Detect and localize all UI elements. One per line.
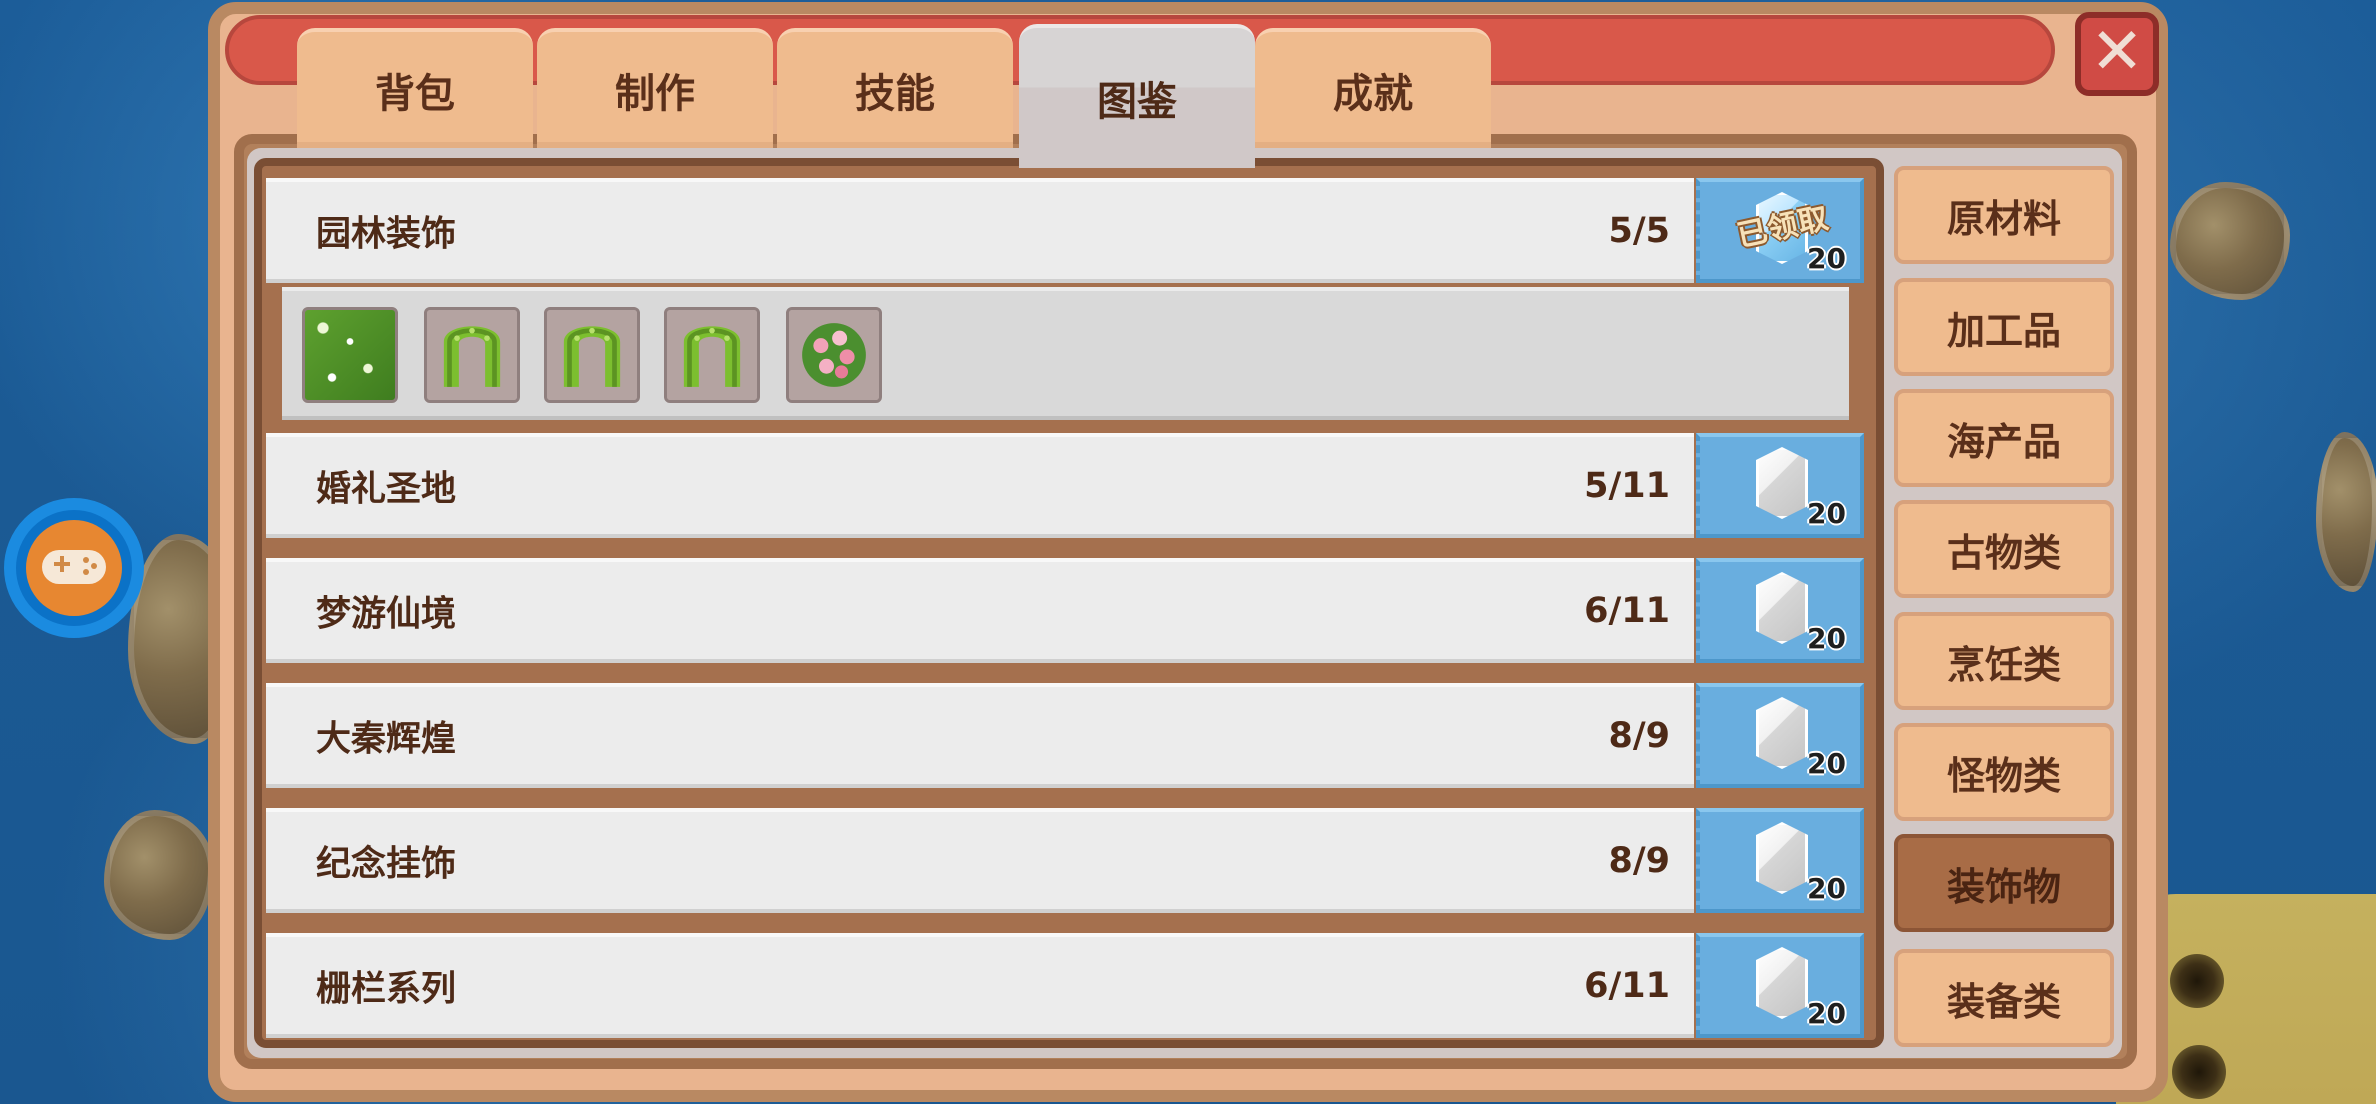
tab-label: 图鉴 — [1097, 79, 1177, 125]
collection-row-bar[interactable] — [266, 558, 1694, 663]
hedge-arch-icon[interactable] — [664, 307, 760, 403]
collection-row[interactable]: 园林装饰 5/5 20 已领取 — [266, 178, 1866, 283]
crystal-icon — [1756, 572, 1808, 644]
crystal-icon — [1756, 822, 1808, 894]
sidebar-category-label: 古物类 — [1946, 530, 2061, 575]
reward-amount: 20 — [1807, 747, 1846, 780]
sidebar-category-label: 原材料 — [1946, 196, 2061, 241]
expanded-collection-items — [282, 287, 1849, 420]
collection-progress: 5/5 — [1608, 210, 1671, 251]
collection-progress: 8/9 — [1608, 840, 1671, 881]
sand-hole-2 — [2172, 1045, 2226, 1099]
collection-progress: 8/9 — [1608, 715, 1671, 756]
tab-label: 背包 — [375, 71, 455, 117]
close-icon: ✕ — [2090, 15, 2144, 89]
reward-amount: 20 — [1807, 242, 1846, 275]
sidebar-category-label: 加工品 — [1946, 308, 2061, 353]
flower-bush-icon[interactable] — [786, 307, 882, 403]
crystal-icon — [1756, 697, 1808, 769]
reward-amount: 20 — [1807, 872, 1846, 905]
sidebar-category-button[interactable]: 古物类 — [1894, 500, 2114, 598]
reward-amount: 20 — [1807, 622, 1846, 655]
sidebar-category-button[interactable]: 怪物类 — [1894, 723, 2114, 821]
category-sidebar: 原材料加工品海产品古物类烹饪类怪物类装饰物装备类 — [1894, 166, 2116, 1056]
reward-button[interactable]: 20 — [1696, 558, 1864, 663]
sidebar-category-label: 海产品 — [1946, 419, 2061, 464]
collection-name: 园林装饰 — [316, 214, 457, 254]
rock-left-bottom — [104, 810, 214, 940]
tab-label: 制作 — [615, 71, 695, 117]
collection-row[interactable]: 婚礼圣地 5/11 20 — [266, 433, 1866, 538]
rock-top-right — [2170, 182, 2290, 300]
game-screen: ✕ 背包 制作 技能 图鉴 成就 园林装饰 5/5 20 已领取 婚礼圣地 5/… — [0, 0, 2376, 1104]
sidebar-category-button[interactable]: 装备类 — [1894, 949, 2114, 1047]
hedge-arch-icon[interactable] — [424, 307, 520, 403]
hedge-bush-icon[interactable] — [302, 307, 398, 403]
reward-button[interactable]: 20 — [1696, 433, 1864, 538]
collection-row-bar[interactable] — [266, 433, 1694, 538]
rock-right-edge — [2316, 432, 2376, 592]
collection-row[interactable]: 纪念挂饰 8/9 20 — [266, 808, 1866, 913]
tab-skills[interactable]: 技能 — [777, 28, 1013, 148]
reward-button[interactable]: 20 — [1696, 808, 1864, 913]
top-tabs: 背包 制作 技能 图鉴 成就 — [297, 24, 1497, 168]
sidebar-category-button[interactable]: 海产品 — [1894, 389, 2114, 487]
sidebar-category-label: 装备类 — [1946, 979, 2061, 1024]
collection-progress: 5/11 — [1584, 465, 1670, 506]
collection-row-bar[interactable] — [266, 178, 1694, 283]
tab-label: 成就 — [1333, 71, 1413, 117]
hedge-arch-icon[interactable] — [544, 307, 640, 403]
reward-amount: 20 — [1807, 997, 1846, 1030]
sidebar-category-button[interactable]: 烹饪类 — [1894, 612, 2114, 710]
tab-achievements[interactable]: 成就 — [1255, 28, 1491, 148]
collection-progress: 6/11 — [1584, 590, 1670, 631]
claimed-reward-button[interactable]: 20 已领取 — [1696, 178, 1864, 283]
collection-row-bar[interactable] — [266, 683, 1694, 788]
close-button[interactable]: ✕ — [2075, 12, 2159, 96]
collection-name: 梦游仙境 — [316, 594, 457, 634]
collection-row[interactable]: 栅栏系列 6/11 20 — [266, 933, 1866, 1038]
tab-collection[interactable]: 图鉴 — [1019, 24, 1255, 168]
tab-backpack[interactable]: 背包 — [297, 28, 533, 148]
reward-button[interactable]: 20 — [1696, 933, 1864, 1038]
collection-name: 大秦辉煌 — [316, 719, 457, 759]
reward-amount: 20 — [1807, 497, 1846, 530]
gamepad-icon — [26, 520, 122, 616]
sand-hole-1 — [2170, 954, 2224, 1008]
sidebar-category-button[interactable]: 加工品 — [1894, 278, 2114, 376]
collection-name: 栅栏系列 — [316, 969, 457, 1009]
collection-name: 婚礼圣地 — [316, 469, 457, 509]
collection-row[interactable]: 梦游仙境 6/11 20 — [266, 558, 1866, 663]
crystal-icon — [1756, 447, 1808, 519]
gamepad-button[interactable] — [4, 498, 144, 638]
sidebar-category-label: 怪物类 — [1946, 753, 2061, 798]
tab-label: 技能 — [855, 71, 935, 117]
collection-row-bar[interactable] — [266, 933, 1694, 1038]
collection-row-bar[interactable] — [266, 808, 1694, 913]
collection-progress: 6/11 — [1584, 965, 1670, 1006]
tab-crafting[interactable]: 制作 — [537, 28, 773, 148]
sidebar-category-button[interactable]: 原材料 — [1894, 166, 2114, 264]
sidebar-category-button[interactable]: 装饰物 — [1894, 834, 2114, 932]
sidebar-category-label: 烹饪类 — [1946, 642, 2061, 687]
crystal-icon — [1756, 947, 1808, 1019]
collection-row[interactable]: 大秦辉煌 8/9 20 — [266, 683, 1866, 788]
sidebar-category-label: 装饰物 — [1946, 864, 2061, 909]
reward-button[interactable]: 20 — [1696, 683, 1864, 788]
collection-name: 纪念挂饰 — [316, 844, 457, 884]
